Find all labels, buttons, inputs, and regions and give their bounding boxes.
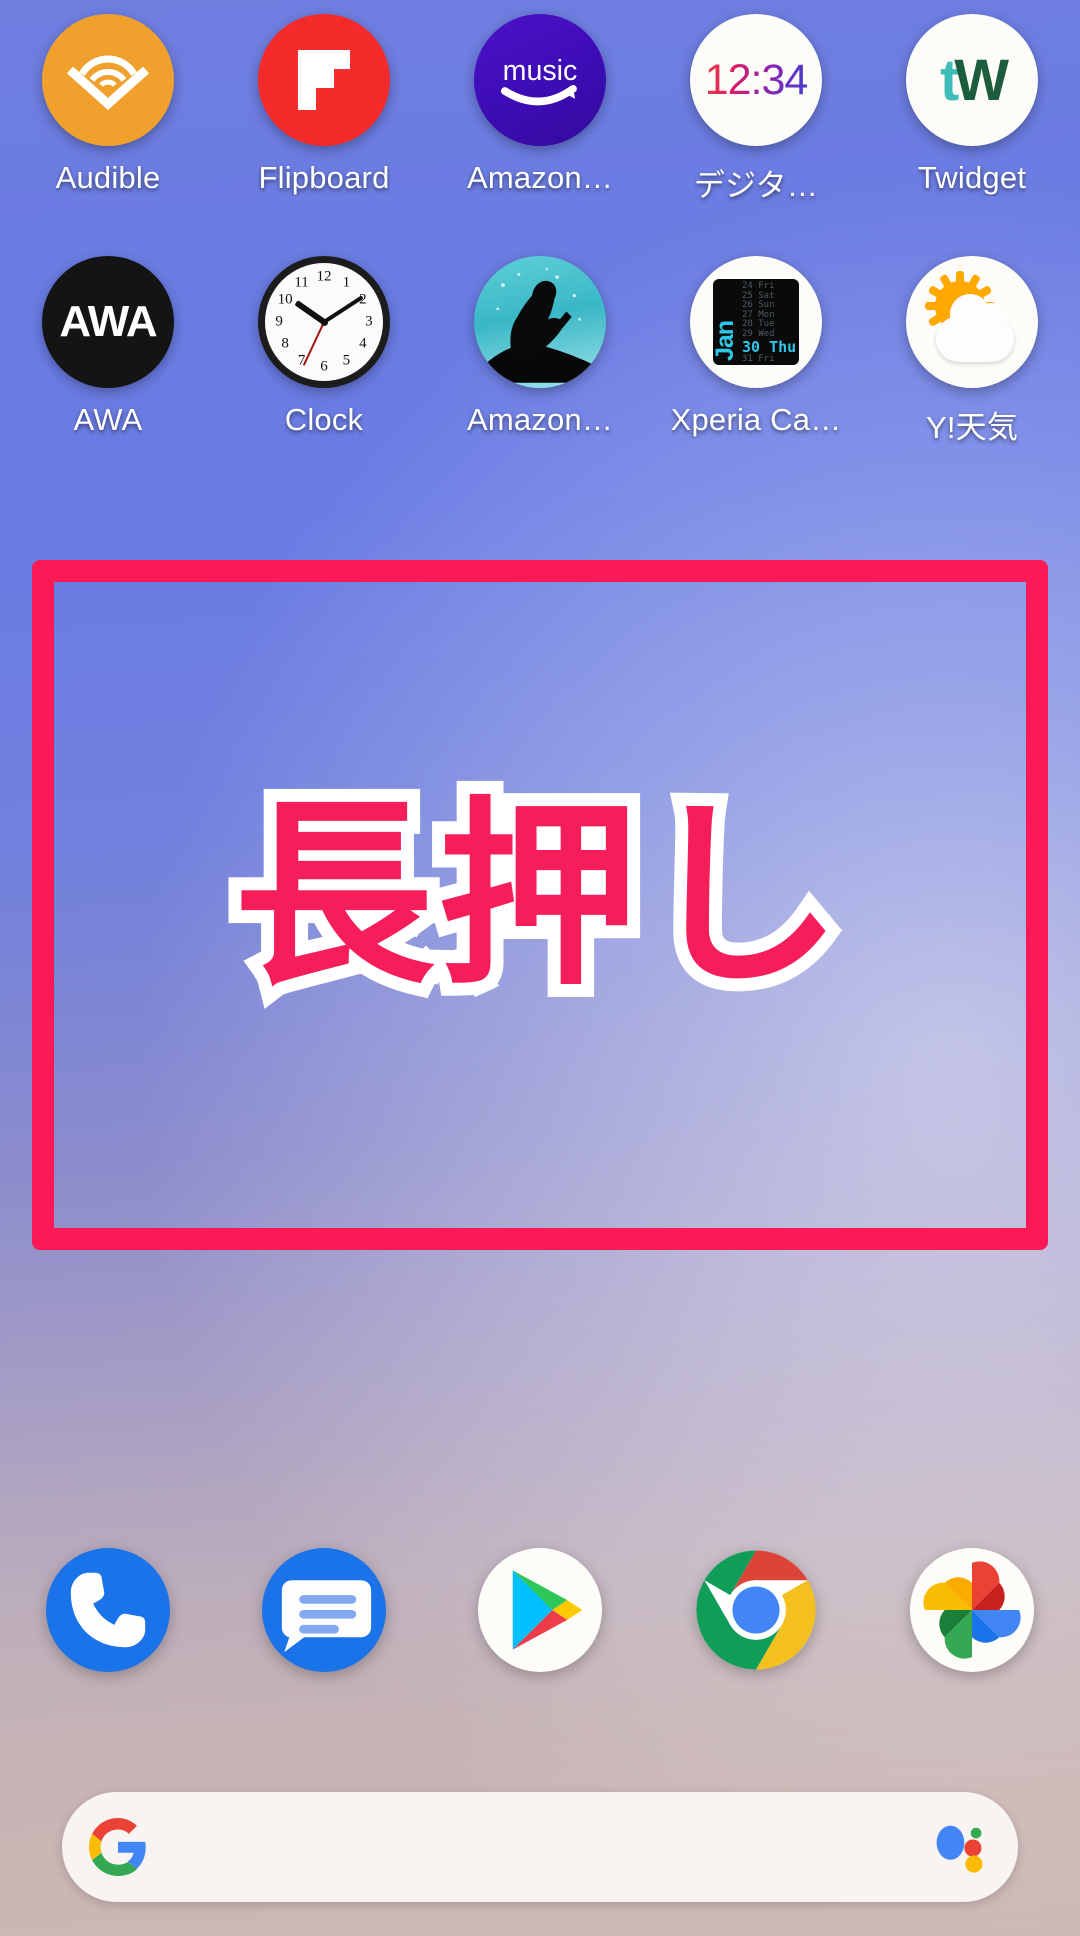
dock-item-photos[interactable] — [864, 1548, 1080, 1672]
clock-number: 4 — [359, 335, 367, 352]
analog-clock-icon[interactable]: 12 1 2 3 4 5 6 7 8 9 10 11 — [258, 256, 390, 388]
app-icon-twidget[interactable]: tW Twidget — [864, 14, 1080, 205]
google-g-glyph — [89, 1818, 146, 1876]
awa-icon[interactable]: AWA — [42, 256, 174, 388]
app-grid-row-1: Audible Flipboard music Amazon… 12:34 デジ… — [0, 14, 1080, 205]
app-icon-xperia-calendar[interactable]: Jan 24 Fri 25 Sat 26 Sun 27 Mon 28 Tue 29 Wed… — [648, 256, 864, 447]
app-label: AWA — [73, 402, 143, 437]
clock-number: 2 — [359, 291, 367, 308]
yahoo-weather-icon[interactable] — [906, 256, 1038, 388]
calendar-day-today: 30 Thu — [742, 338, 797, 356]
cloud-shape — [936, 294, 1014, 362]
app-icon-flipboard[interactable]: Flipboard — [216, 14, 432, 205]
clock-number: 9 — [275, 313, 283, 330]
calendar-widget: Jan 24 Fri 25 Sat 26 Sun 27 Mon 28 Tue 29 Wed… — [713, 279, 799, 365]
clock-number: 8 — [281, 335, 289, 352]
clock-number: 1 — [342, 274, 351, 291]
app-label: Xperia Ca… — [670, 402, 842, 437]
play-store-icon[interactable] — [478, 1548, 602, 1672]
svg-text:music: music — [503, 55, 578, 87]
clock-number: 3 — [365, 313, 373, 330]
app-icon-kindle[interactable]: Amazon… — [432, 256, 648, 447]
calendar-month: Jan — [713, 320, 739, 361]
google-assistant-icon[interactable] — [900, 1815, 1018, 1879]
google-search-bar[interactable] — [62, 1792, 1018, 1902]
dock — [0, 1548, 1080, 1672]
play-store-glyph — [512, 1570, 583, 1650]
app-label: Twidget — [917, 160, 1027, 195]
app-label: デジタ… — [693, 168, 819, 203]
dock-item-phone[interactable] — [0, 1548, 216, 1672]
google-g-icon[interactable] — [62, 1818, 174, 1876]
app-icon-amazon-music[interactable]: music Amazon… — [432, 14, 648, 205]
dock-item-chrome[interactable] — [648, 1548, 864, 1672]
clock-number: 10 — [277, 291, 293, 308]
google-assistant-glyph — [936, 1825, 983, 1873]
clock-face: 12 1 2 3 4 5 6 7 8 9 10 11 — [265, 263, 383, 381]
phone-icon[interactable] — [46, 1548, 170, 1672]
clock-number: 6 — [320, 358, 328, 375]
flipboard-icon[interactable] — [258, 14, 390, 146]
dock-item-play-store[interactable] — [432, 1548, 648, 1672]
app-label: Y!天気 — [925, 410, 1019, 445]
clock-number: 12 — [316, 268, 332, 285]
chrome-icon[interactable] — [694, 1548, 818, 1672]
app-label: Audible — [55, 160, 161, 195]
xperia-calendar-icon[interactable]: Jan 24 Fri 25 Sat 26 Sun 27 Mon 28 Tue 29 Wed… — [690, 256, 822, 388]
calendar-day-list: 24 Fri 25 Sat 26 Sun 27 Mon 28 Tue 29 Wed 30 T… — [741, 279, 799, 365]
messages-icon[interactable] — [262, 1548, 386, 1672]
app-grid-row-2: AWA AWA 12 12 3 45678 9 1011 Clock — [0, 256, 1080, 447]
google-photos-glyph — [923, 1561, 1021, 1659]
highlight-label: 長押し — [221, 780, 855, 1013]
app-label: Clock — [284, 402, 364, 437]
app-icon-digital-clock[interactable]: 12:34 デジタ… — [648, 14, 864, 205]
app-icon-audible[interactable]: Audible — [0, 14, 216, 205]
digital-clock-time: 12:34 — [704, 55, 809, 104]
twidget-icon[interactable]: tW — [906, 14, 1038, 146]
app-label: Amazon… — [466, 160, 614, 195]
clock-number: 7 — [297, 352, 306, 369]
amazon-music-icon[interactable]: music — [474, 14, 606, 146]
calendar-day: 31 Fri — [742, 354, 775, 364]
app-icon-clock[interactable]: 12 1 2 3 4 5 6 7 8 9 10 11 Clock — [216, 256, 432, 447]
amazon-music-glyph: music — [500, 55, 578, 106]
audible-icon[interactable] — [42, 14, 174, 146]
phone-glyph — [70, 1572, 146, 1648]
messages-glyph — [281, 1580, 372, 1653]
app-icon-awa[interactable]: AWA AWA — [0, 256, 216, 447]
twidget-letter-w: W — [954, 47, 1009, 113]
clock-number: 5 — [342, 352, 351, 369]
highlight-box[interactable]: 長押し — [32, 560, 1048, 1250]
kindle-icon[interactable] — [474, 256, 606, 388]
clock-number: 11 — [294, 274, 309, 291]
app-icon-yahoo-weather[interactable]: Y!天気 — [864, 256, 1080, 447]
awa-wordmark: AWA — [59, 297, 157, 346]
google-photos-icon[interactable] — [910, 1548, 1034, 1672]
chrome-glyph — [696, 1550, 816, 1670]
app-label: Amazon… — [466, 402, 614, 437]
android-home-screen: Audible Flipboard music Amazon… 12:34 デジ… — [0, 0, 1080, 1936]
digital-clock-icon[interactable]: 12:34 — [690, 14, 822, 146]
app-label: Flipboard — [258, 160, 390, 195]
kindle-glyph — [481, 267, 599, 383]
dock-item-messages[interactable] — [216, 1548, 432, 1672]
audible-glyph — [66, 55, 150, 111]
flipboard-glyph — [298, 50, 350, 110]
twidget-letter-t: t — [939, 47, 959, 113]
